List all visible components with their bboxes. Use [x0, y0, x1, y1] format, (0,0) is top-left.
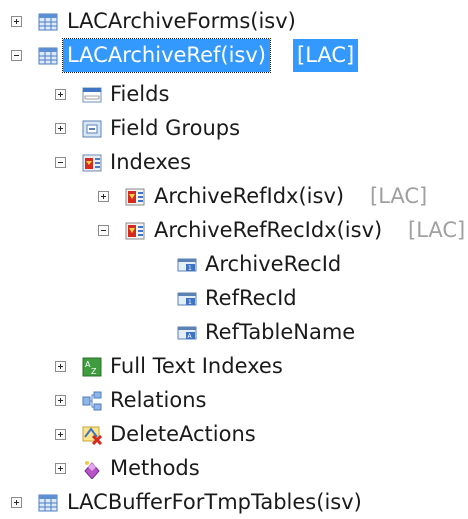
tree-node-relations[interactable]: Relations	[0, 384, 468, 417]
tree-node-index-field[interactable]: 1 RefRecId	[0, 282, 468, 315]
tree-node-index-field[interactable]: A RefTableName	[0, 316, 468, 349]
full-text-index-icon: A Z	[82, 357, 102, 377]
node-label: DeleteActions	[110, 422, 256, 446]
layer-tag: [LAC]	[408, 218, 466, 242]
node-label: ArchiveRefRecIdx(isv)	[154, 218, 383, 242]
field-groups-icon	[82, 120, 102, 138]
node-label: Fields	[110, 82, 170, 106]
collapse-toggle[interactable]	[55, 157, 66, 168]
tree-node-field-groups[interactable]: Field Groups	[0, 112, 468, 145]
expand-toggle[interactable]	[98, 191, 109, 202]
expand-toggle[interactable]	[55, 429, 66, 440]
expand-toggle[interactable]	[55, 123, 66, 134]
tree-node-delete-actions[interactable]: DeleteActions	[0, 418, 468, 451]
table-icon	[38, 47, 58, 65]
expand-toggle[interactable]	[11, 497, 22, 508]
node-label: ArchiveRefIdx(isv)	[154, 184, 345, 208]
expand-toggle[interactable]	[55, 361, 66, 372]
int64-field-icon: 1	[177, 292, 197, 306]
delete-actions-icon	[82, 426, 102, 445]
index-icon	[125, 188, 145, 206]
node-label: Full Text Indexes	[110, 354, 283, 378]
relations-icon	[82, 391, 102, 411]
collapse-toggle[interactable]	[98, 225, 109, 236]
tree-node-lacbufferfortmptables[interactable]: LACBufferForTmpTables(isv)	[0, 486, 468, 519]
tree-node-methods[interactable]: Methods	[0, 452, 468, 485]
svg-text:1: 1	[188, 265, 192, 272]
svg-text:1: 1	[188, 299, 192, 306]
node-label: Relations	[110, 388, 207, 412]
fields-icon	[82, 87, 102, 103]
expand-toggle[interactable]	[55, 89, 66, 100]
expand-toggle[interactable]	[11, 16, 22, 27]
tree-node-archiverefidx[interactable]: ArchiveRefIdx(isv) [LAC]	[0, 180, 468, 213]
node-label: ArchiveRecId	[205, 252, 342, 276]
table-icon	[38, 494, 58, 512]
node-label: Field Groups	[110, 116, 241, 140]
int64-field-icon: 1	[177, 258, 197, 272]
tree-node-indexes[interactable]: Indexes	[0, 146, 468, 179]
tree-node-lacarchiveref[interactable]: LACArchiveRef(isv) [LAC]	[0, 38, 468, 73]
methods-icon	[84, 461, 100, 479]
node-label: RefTableName	[205, 320, 356, 344]
layer-tag: [LAC]	[370, 184, 428, 208]
node-label: LACBufferForTmpTables(isv)	[67, 490, 362, 514]
collapse-toggle[interactable]	[11, 50, 22, 61]
indexes-icon	[82, 154, 102, 172]
node-label: Indexes	[110, 150, 192, 174]
tree-node-index-field[interactable]: 1 ArchiveRecId	[0, 248, 468, 281]
tree-node-lacarchiveforms[interactable]: LACArchiveForms(isv)	[0, 5, 468, 38]
node-label: RefRecId	[205, 286, 297, 310]
svg-text:Z: Z	[91, 367, 97, 376]
table-icon	[38, 13, 58, 31]
tree-node-full-text-indexes[interactable]: A Z Full Text Indexes	[0, 350, 468, 383]
expand-toggle[interactable]	[55, 463, 66, 474]
node-label: Methods	[110, 456, 200, 480]
node-label-selected: LACArchiveRef(isv)	[62, 38, 271, 73]
tree-node-fields[interactable]: Fields	[0, 78, 468, 111]
tree-node-archiverefrecidx[interactable]: ArchiveRefRecIdx(isv) [LAC]	[0, 214, 468, 247]
expand-toggle[interactable]	[55, 395, 66, 406]
node-label: LACArchiveForms(isv)	[67, 9, 296, 33]
index-icon	[125, 222, 145, 240]
string-field-icon: A	[177, 326, 197, 340]
layer-tag: [LAC]	[293, 39, 359, 72]
